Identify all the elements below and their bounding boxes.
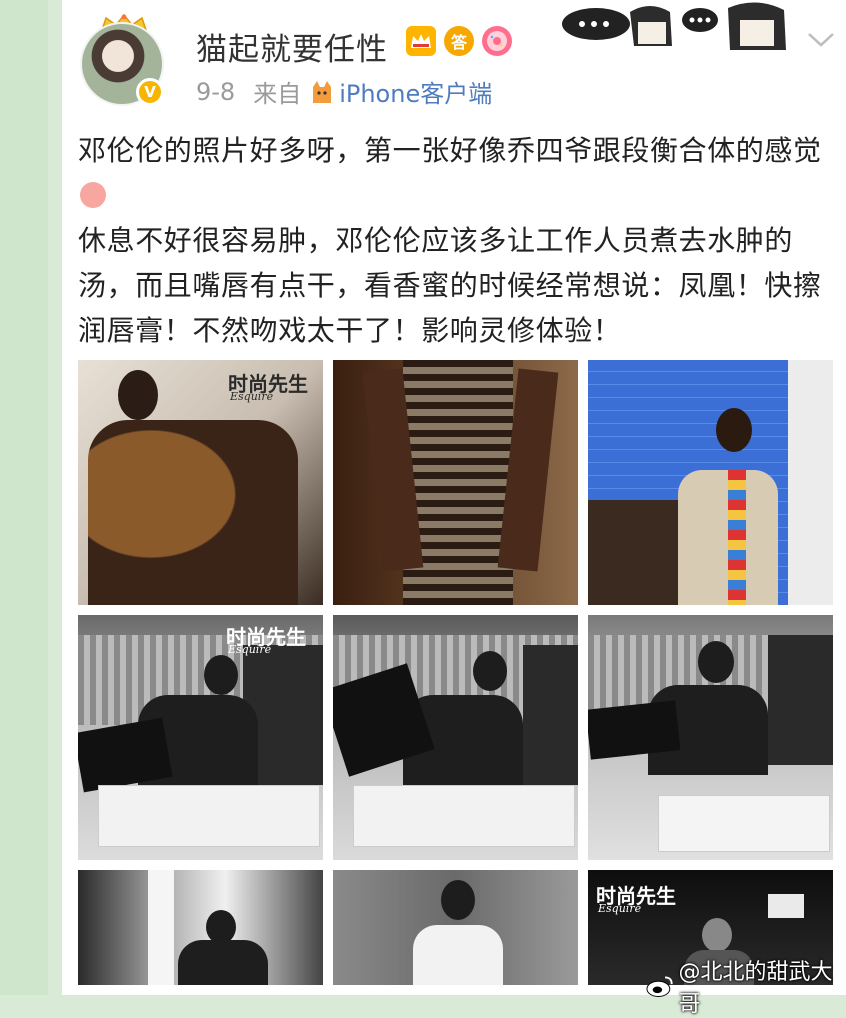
photo-thumbnail[interactable] xyxy=(333,870,578,985)
photo-thumbnail[interactable] xyxy=(588,615,833,860)
cat-icon xyxy=(313,80,332,103)
post-date[interactable]: 9-8 xyxy=(196,78,235,106)
watermark-text: @北北的甜武大哥 xyxy=(678,960,833,1017)
post-meta: 9-8 来自 iPhone客户端 xyxy=(196,74,492,109)
watermark: @北北的甜武大哥 xyxy=(646,954,846,1018)
weibo-icon xyxy=(646,976,673,997)
avatar-container[interactable]: V xyxy=(80,14,168,106)
source-label: 来自 xyxy=(253,80,302,108)
photo-thumbnail[interactable]: 时尚先生 Esquire xyxy=(78,615,323,860)
photo-thumbnail[interactable] xyxy=(588,360,833,605)
verified-icon: V xyxy=(136,78,164,106)
answer-badge-icon[interactable]: 答 xyxy=(444,26,474,56)
weibo-post-card: V 猫起就要任性 答 9-8 来自 iPhone客户端 邓伦伦的照片好多呀，第一… xyxy=(62,0,846,1017)
photo-thumbnail[interactable] xyxy=(78,870,323,985)
username[interactable]: 猫起就要任性 xyxy=(196,24,388,69)
magazine-subtitle: Esquire xyxy=(230,390,274,403)
left-background-strip xyxy=(0,0,48,995)
photo-thumbnail[interactable]: 时尚先生 Esquire xyxy=(78,360,323,605)
photo-thumbnail[interactable] xyxy=(333,615,578,860)
user-badges: 答 xyxy=(406,26,512,56)
source-client-link[interactable]: iPhone客户端 xyxy=(339,74,492,109)
post-text: 邓伦伦的照片好多呀，第一张好像乔四爷跟段衡合体的感觉 休息不好很容易肿，邓伦伦应… xyxy=(78,128,830,353)
chevron-down-icon[interactable] xyxy=(806,30,836,50)
blush-emoji-icon xyxy=(80,182,106,208)
photo-thumbnail[interactable] xyxy=(333,360,578,605)
sticker-icon xyxy=(562,2,786,50)
post-paragraph: 休息不好很容易肿，邓伦伦应该多让工作人员煮去水肿的汤，而且嘴唇有点干，看香蜜的时… xyxy=(78,224,822,347)
magazine-subtitle: Esquire xyxy=(228,643,272,656)
donut-icon[interactable] xyxy=(482,26,512,56)
post-paragraph: 邓伦伦的照片好多呀，第一张好像乔四爷跟段衡合体的感觉 xyxy=(78,134,822,167)
magazine-subtitle: Esquire xyxy=(598,902,642,915)
vip-crown-icon[interactable] xyxy=(406,26,436,56)
